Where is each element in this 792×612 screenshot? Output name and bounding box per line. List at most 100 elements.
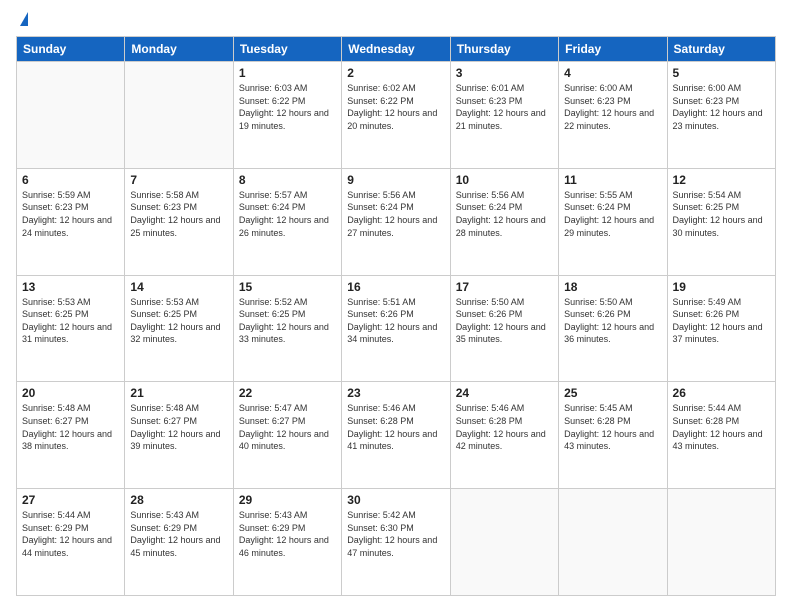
day-info: Sunrise: 5:43 AM Sunset: 6:29 PM Dayligh… [239,509,336,559]
day-number: 29 [239,493,336,507]
calendar-cell: 5 Sunrise: 6:00 AM Sunset: 6:23 PM Daylig… [667,62,775,169]
calendar-cell: 3Sunrise: 6:01 AM Sunset: 6:23 PM Daylig… [450,62,558,169]
day-number: 30 [347,493,444,507]
week-row-5: 27Sunrise: 5:44 AM Sunset: 6:29 PM Dayli… [17,489,776,596]
week-row-3: 13 Sunrise: 5:53 AM Sunset: 6:25 PM Dayli… [17,275,776,382]
day-info: Sunrise: 5:46 AM Sunset: 6:28 PM Dayligh… [347,402,444,452]
day-number: 21 [130,386,227,400]
day-number: 19 [673,280,770,294]
day-info: Sunrise: 6:00 AM Sunset: 6:23 PM Dayligh… [564,82,661,132]
calendar: SundayMondayTuesdayWednesdayThursdayFrid… [16,36,776,596]
day-header-thursday: Thursday [450,37,558,62]
day-number: 12 [673,173,770,187]
day-info: Sunrise: 5:47 AM Sunset: 6:27 PM Dayligh… [239,402,336,452]
day-info: Sunrise: 5:57 AM Sunset: 6:24 PM Dayligh… [239,189,336,239]
calendar-cell: 19 Sunrise: 5:49 AM Sunset: 6:26 PM Dayli… [667,275,775,382]
day-number: 18 [564,280,661,294]
day-info: Sunrise: 5:43 AM Sunset: 6:29 PM Dayligh… [130,509,227,559]
calendar-header-row: SundayMondayTuesdayWednesdayThursdayFrid… [17,37,776,62]
calendar-cell: 29 Sunrise: 5:43 AM Sunset: 6:29 PM Dayli… [233,489,341,596]
day-info: Sunrise: 5:55 AM Sunset: 6:24 PM Dayligh… [564,189,661,239]
calendar-cell: 30 Sunrise: 5:42 AM Sunset: 6:30 PM Dayli… [342,489,450,596]
day-info: Sunrise: 6:00 AM Sunset: 6:23 PM Dayligh… [673,82,770,132]
calendar-cell: 17 Sunrise: 5:50 AM Sunset: 6:26 PM Dayli… [450,275,558,382]
calendar-cell [125,62,233,169]
calendar-cell: 21 Sunrise: 5:48 AM Sunset: 6:27 PM Dayli… [125,382,233,489]
day-number: 17 [456,280,553,294]
day-header-friday: Friday [559,37,667,62]
week-row-2: 6 Sunrise: 5:59 AM Sunset: 6:23 PM Daylig… [17,168,776,275]
week-row-1: 1 Sunrise: 6:03 AM Sunset: 6:22 PM Daylig… [17,62,776,169]
calendar-cell: 12 Sunrise: 5:54 AM Sunset: 6:25 PM Dayli… [667,168,775,275]
calendar-cell: 14 Sunrise: 5:53 AM Sunset: 6:25 PM Dayli… [125,275,233,382]
calendar-cell: 1 Sunrise: 6:03 AM Sunset: 6:22 PM Daylig… [233,62,341,169]
calendar-cell: 23Sunrise: 5:46 AM Sunset: 6:28 PM Dayli… [342,382,450,489]
day-info: Sunrise: 5:54 AM Sunset: 6:25 PM Dayligh… [673,189,770,239]
day-header-wednesday: Wednesday [342,37,450,62]
day-number: 7 [130,173,227,187]
calendar-cell: 2 Sunrise: 6:02 AM Sunset: 6:22 PM Daylig… [342,62,450,169]
day-info: Sunrise: 5:48 AM Sunset: 6:27 PM Dayligh… [130,402,227,452]
day-number: 15 [239,280,336,294]
day-info: Sunrise: 5:59 AM Sunset: 6:23 PM Dayligh… [22,189,119,239]
day-info: Sunrise: 5:44 AM Sunset: 6:28 PM Dayligh… [673,402,770,452]
day-number: 20 [22,386,119,400]
day-number: 13 [22,280,119,294]
day-number: 5 [673,66,770,80]
calendar-cell [667,489,775,596]
day-number: 1 [239,66,336,80]
day-info: Sunrise: 5:53 AM Sunset: 6:25 PM Dayligh… [130,296,227,346]
day-number: 11 [564,173,661,187]
day-info: Sunrise: 6:03 AM Sunset: 6:22 PM Dayligh… [239,82,336,132]
day-number: 16 [347,280,444,294]
day-info: Sunrise: 5:46 AM Sunset: 6:28 PM Dayligh… [456,402,553,452]
day-number: 6 [22,173,119,187]
day-header-monday: Monday [125,37,233,62]
logo [16,16,28,26]
day-info: Sunrise: 5:42 AM Sunset: 6:30 PM Dayligh… [347,509,444,559]
day-info: Sunrise: 5:50 AM Sunset: 6:26 PM Dayligh… [456,296,553,346]
day-number: 4 [564,66,661,80]
day-header-tuesday: Tuesday [233,37,341,62]
day-info: Sunrise: 5:58 AM Sunset: 6:23 PM Dayligh… [130,189,227,239]
logo-triangle-icon [20,12,28,26]
header [16,16,776,26]
calendar-cell: 6 Sunrise: 5:59 AM Sunset: 6:23 PM Daylig… [17,168,125,275]
day-info: Sunrise: 5:48 AM Sunset: 6:27 PM Dayligh… [22,402,119,452]
day-info: Sunrise: 5:49 AM Sunset: 6:26 PM Dayligh… [673,296,770,346]
calendar-cell: 4 Sunrise: 6:00 AM Sunset: 6:23 PM Daylig… [559,62,667,169]
calendar-cell: 28 Sunrise: 5:43 AM Sunset: 6:29 PM Dayli… [125,489,233,596]
calendar-cell: 25Sunrise: 5:45 AM Sunset: 6:28 PM Dayli… [559,382,667,489]
day-number: 2 [347,66,444,80]
day-info: Sunrise: 5:53 AM Sunset: 6:25 PM Dayligh… [22,296,119,346]
day-number: 25 [564,386,661,400]
calendar-cell: 20 Sunrise: 5:48 AM Sunset: 6:27 PM Dayli… [17,382,125,489]
day-number: 28 [130,493,227,507]
day-info: Sunrise: 5:52 AM Sunset: 6:25 PM Dayligh… [239,296,336,346]
calendar-cell: 7 Sunrise: 5:58 AM Sunset: 6:23 PM Daylig… [125,168,233,275]
calendar-cell: 24Sunrise: 5:46 AM Sunset: 6:28 PM Dayli… [450,382,558,489]
day-number: 9 [347,173,444,187]
calendar-cell: 11 Sunrise: 5:55 AM Sunset: 6:24 PM Dayli… [559,168,667,275]
day-info: Sunrise: 6:01 AM Sunset: 6:23 PM Dayligh… [456,82,553,132]
calendar-cell: 27Sunrise: 5:44 AM Sunset: 6:29 PM Dayli… [17,489,125,596]
day-info: Sunrise: 5:56 AM Sunset: 6:24 PM Dayligh… [456,189,553,239]
day-header-sunday: Sunday [17,37,125,62]
day-number: 14 [130,280,227,294]
calendar-cell: 9Sunrise: 5:56 AM Sunset: 6:24 PM Daylig… [342,168,450,275]
calendar-cell: 13 Sunrise: 5:53 AM Sunset: 6:25 PM Dayli… [17,275,125,382]
calendar-cell [17,62,125,169]
calendar-cell: 15 Sunrise: 5:52 AM Sunset: 6:25 PM Dayli… [233,275,341,382]
day-info: Sunrise: 6:02 AM Sunset: 6:22 PM Dayligh… [347,82,444,132]
calendar-cell: 18 Sunrise: 5:50 AM Sunset: 6:26 PM Dayli… [559,275,667,382]
day-info: Sunrise: 5:50 AM Sunset: 6:26 PM Dayligh… [564,296,661,346]
day-info: Sunrise: 5:44 AM Sunset: 6:29 PM Dayligh… [22,509,119,559]
day-number: 8 [239,173,336,187]
page: SundayMondayTuesdayWednesdayThursdayFrid… [0,0,792,612]
day-header-saturday: Saturday [667,37,775,62]
calendar-cell: 10Sunrise: 5:56 AM Sunset: 6:24 PM Dayli… [450,168,558,275]
calendar-cell [450,489,558,596]
day-number: 26 [673,386,770,400]
calendar-cell: 16 Sunrise: 5:51 AM Sunset: 6:26 PM Dayli… [342,275,450,382]
day-info: Sunrise: 5:51 AM Sunset: 6:26 PM Dayligh… [347,296,444,346]
